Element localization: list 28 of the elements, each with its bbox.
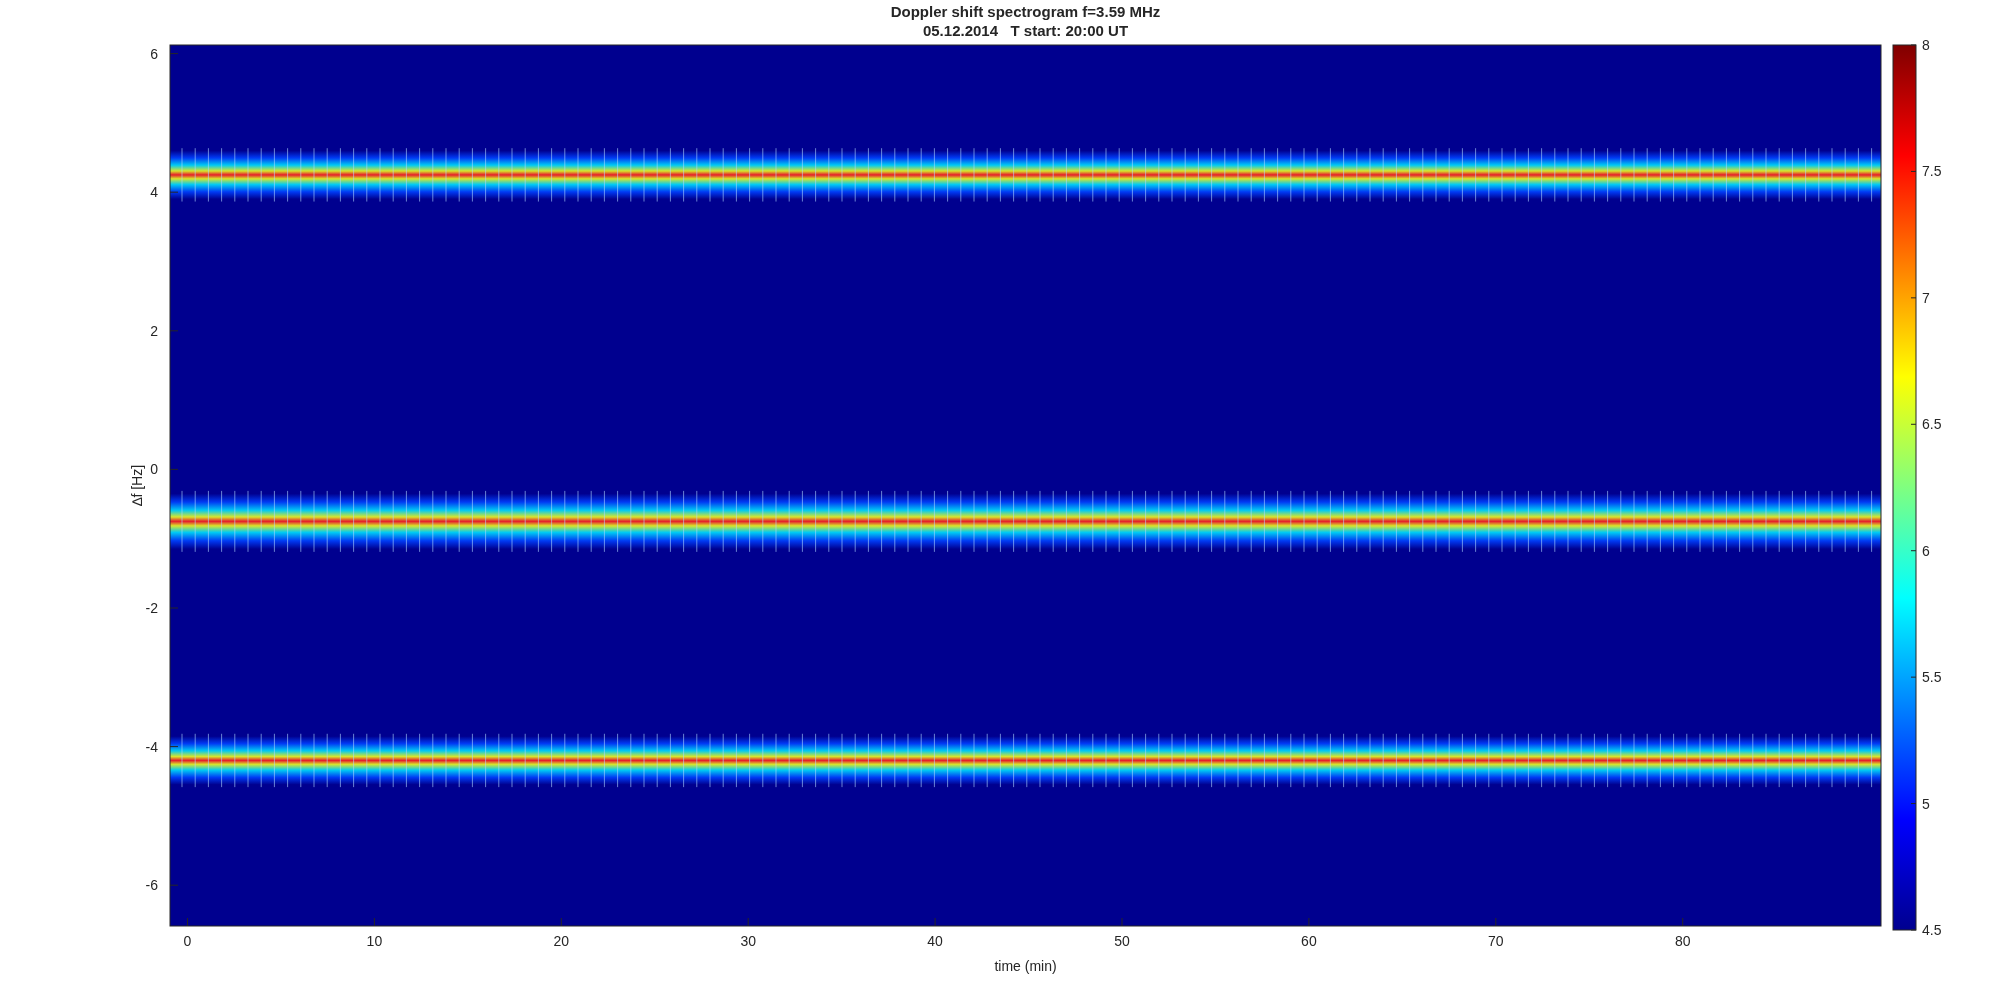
- x-tick-label: 10: [366, 933, 383, 949]
- colorbar-tick-label: 5.5: [1922, 669, 1942, 686]
- colorbar-tick-label: 7.5: [1922, 163, 1942, 180]
- colorbar-tick-label: 4.5: [1922, 922, 1942, 938]
- chart-title: Doppler shift spectrogram f=3.59 MHz: [890, 3, 1161, 20]
- y-axis-label: ∆f [Hz]: [129, 464, 145, 507]
- y-tick-label: -4: [145, 738, 158, 755]
- colorbar-tick-label: 5: [1922, 795, 1930, 812]
- x-tick-label: 40: [927, 933, 943, 949]
- y-tick-label: -2: [145, 600, 158, 616]
- x-tick-label: 60: [1301, 933, 1317, 949]
- y-tick-label: 6: [150, 45, 158, 62]
- x-tick-label: 70: [1488, 933, 1504, 949]
- x-tick-label: 50: [1114, 933, 1130, 949]
- y-tick-label: -6: [145, 877, 158, 894]
- y-tick-label: 0: [150, 461, 158, 478]
- y-tick-label: 2: [150, 322, 158, 339]
- y-tick-label: 4: [150, 184, 158, 201]
- x-tick-label: 0: [183, 933, 192, 949]
- x-tick-label: 80: [1674, 933, 1691, 949]
- x-tick-label: 20: [553, 933, 570, 949]
- x-tick-label: 30: [740, 933, 756, 949]
- colorbar-tick-label: 6.5: [1922, 416, 1942, 433]
- x-axis-label: time (min): [994, 958, 1057, 974]
- colorbar-tick-label: 6: [1922, 542, 1930, 559]
- colorbar-tick-label: 8: [1922, 37, 1930, 53]
- colorbar-tick-label: 7: [1922, 289, 1930, 306]
- chart-subtitle: 05.12.2014 T start: 20:00 UT: [922, 22, 1129, 39]
